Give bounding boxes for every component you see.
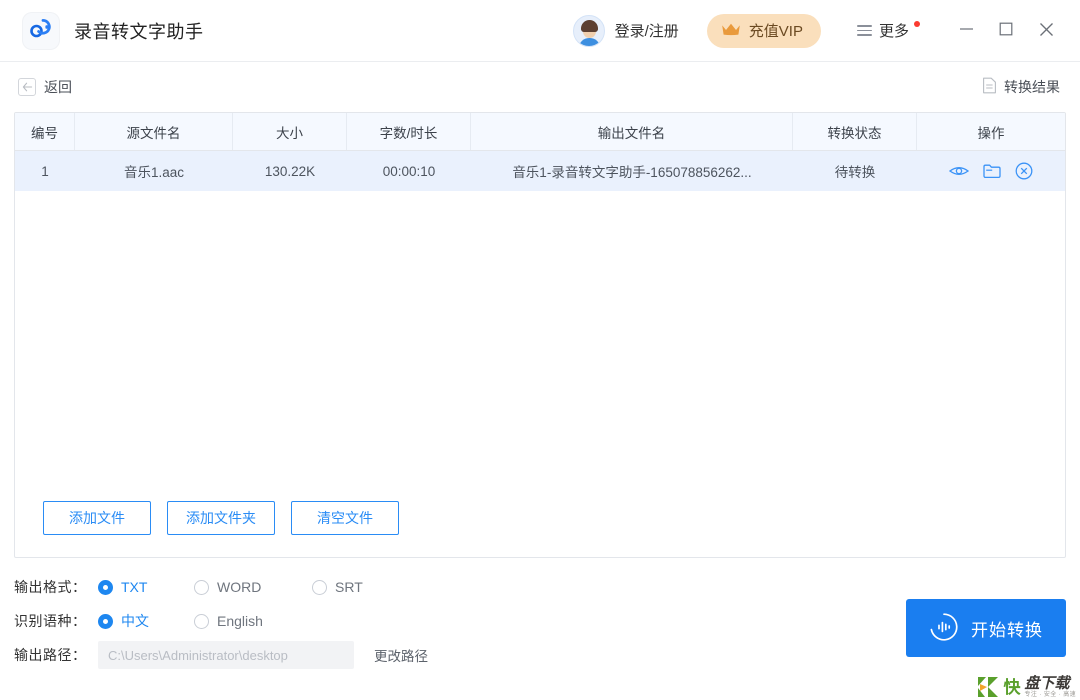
watermark-sub-text: 专注 · 安全 · 高速 (1024, 692, 1076, 698)
cell-index: 1 (41, 163, 49, 179)
audio-wave-icon (929, 612, 959, 645)
clear-files-button[interactable]: 清空文件 (291, 501, 399, 535)
document-icon (982, 77, 997, 97)
watermark-main-text: 盘下载 (1024, 675, 1070, 692)
file-action-bar: 添加文件 添加文件夹 清空文件 (15, 501, 1065, 557)
notification-dot-icon (914, 20, 920, 27)
cell-size: 130.22K (264, 163, 316, 179)
conversion-result-button[interactable]: 转换结果 (980, 73, 1062, 101)
conversion-result-label: 转换结果 (1004, 79, 1060, 95)
language-option-english[interactable]: English (194, 611, 263, 631)
radio-icon (194, 579, 209, 595)
output-path-input[interactable] (98, 641, 354, 669)
column-header-size: 大小 (233, 113, 347, 150)
column-header-operations: 操作 (977, 125, 1005, 141)
table-row[interactable]: 1 音乐1.aac 130.22K 00:00:10 音乐1-录音转文字助手-1… (15, 151, 1065, 191)
more-menu-button[interactable]: 更多 (856, 20, 922, 41)
format-option-srt[interactable]: SRT (312, 577, 363, 597)
settings-footer: 输出格式： TXT WORD SRT 识别语种： 中文 English 输出路径… (0, 558, 1080, 700)
user-avatar-icon (572, 14, 605, 47)
column-header-index: 编号 (15, 113, 75, 150)
vip-label: 充值VIP (748, 23, 803, 40)
add-file-button[interactable]: 添加文件 (43, 501, 151, 535)
language-option-chinese[interactable]: 中文 (98, 609, 184, 633)
column-header-source: 源文件名 (75, 113, 233, 150)
recharge-vip-button[interactable]: 充值VIP (706, 13, 821, 48)
cell-source: 音乐1.aac (123, 165, 185, 180)
radio-icon (98, 613, 113, 629)
column-header-output: 输出文件名 (471, 113, 793, 150)
language-option-english-label: English (217, 613, 263, 629)
watermark-word: 快 (1003, 677, 1021, 697)
app-logo (22, 11, 60, 50)
folder-icon[interactable] (983, 163, 1001, 179)
minimize-icon (959, 23, 974, 38)
table-body: 1 音乐1.aac 130.22K 00:00:10 音乐1-录音转文字助手-1… (15, 151, 1065, 501)
login-label: 登录/注册 (614, 23, 679, 40)
cell-operations (917, 151, 1065, 191)
crown-icon (721, 22, 741, 40)
more-label: 更多 (878, 23, 909, 40)
watermark: 快 盘下载 专注 · 安全 · 高速 (976, 676, 1076, 698)
watermark-text-group: 盘下载 专注 · 安全 · 高速 (1025, 676, 1076, 698)
hamburger-menu-icon (856, 25, 872, 36)
file-list-panel: 编号 源文件名 大小 字数/时长 输出文件名 转换状态 操作 1 音乐1.aac… (14, 112, 1066, 558)
table-header: 编号 源文件名 大小 字数/时长 输出文件名 转换状态 操作 (15, 113, 1065, 151)
add-folder-button[interactable]: 添加文件夹 (167, 501, 275, 535)
back-label: 返回 (44, 79, 72, 95)
radio-icon (98, 579, 113, 595)
app-window: 录音转文字助手 登录/注册 充值VIP 更多 返回 转换结果 编号 源文件名 大… (0, 0, 1080, 700)
title-bar: 录音转文字助手 登录/注册 充值VIP 更多 (0, 0, 1080, 62)
close-icon (1039, 22, 1054, 40)
minimize-button[interactable] (946, 11, 986, 51)
format-option-word-label: WORD (217, 579, 262, 595)
arrow-left-icon (18, 78, 36, 96)
language-label: 识别语种： (14, 613, 87, 629)
format-option-word[interactable]: WORD (194, 577, 302, 597)
start-conversion-label: 开始转换 (971, 620, 1043, 640)
cell-status: 待转换 (834, 165, 876, 180)
change-path-button[interactable]: 更改路径 (370, 643, 432, 667)
watermark-k-icon (976, 676, 999, 698)
output-path-label: 输出路径： (14, 647, 87, 663)
radio-icon (194, 613, 209, 629)
cell-duration: 00:00:10 (382, 163, 436, 179)
preview-icon[interactable] (949, 164, 969, 178)
back-button[interactable]: 返回 (16, 73, 74, 101)
sub-toolbar: 返回 转换结果 (0, 62, 1080, 112)
column-header-status: 转换状态 (793, 113, 917, 150)
app-title: 录音转文字助手 (74, 21, 204, 42)
output-format-label: 输出格式： (14, 579, 87, 595)
cell-output: 音乐1-录音转文字助手-165078856262... (512, 165, 752, 180)
language-option-chinese-label: 中文 (121, 613, 149, 629)
cloud-audio-logo-icon (29, 17, 53, 44)
close-button[interactable] (1026, 11, 1066, 51)
remove-icon[interactable] (1015, 162, 1033, 180)
format-option-txt-label: TXT (121, 579, 148, 595)
column-header-duration: 字数/时长 (347, 113, 471, 150)
login-register-button[interactable]: 登录/注册 (572, 14, 679, 47)
format-option-srt-label: SRT (335, 579, 363, 595)
maximize-icon (999, 22, 1013, 39)
start-conversion-button[interactable]: 开始转换 (906, 599, 1066, 657)
maximize-button[interactable] (986, 11, 1026, 51)
radio-icon (312, 579, 327, 595)
format-option-txt[interactable]: TXT (98, 577, 184, 597)
app-brand: 录音转文字助手 (22, 11, 204, 50)
